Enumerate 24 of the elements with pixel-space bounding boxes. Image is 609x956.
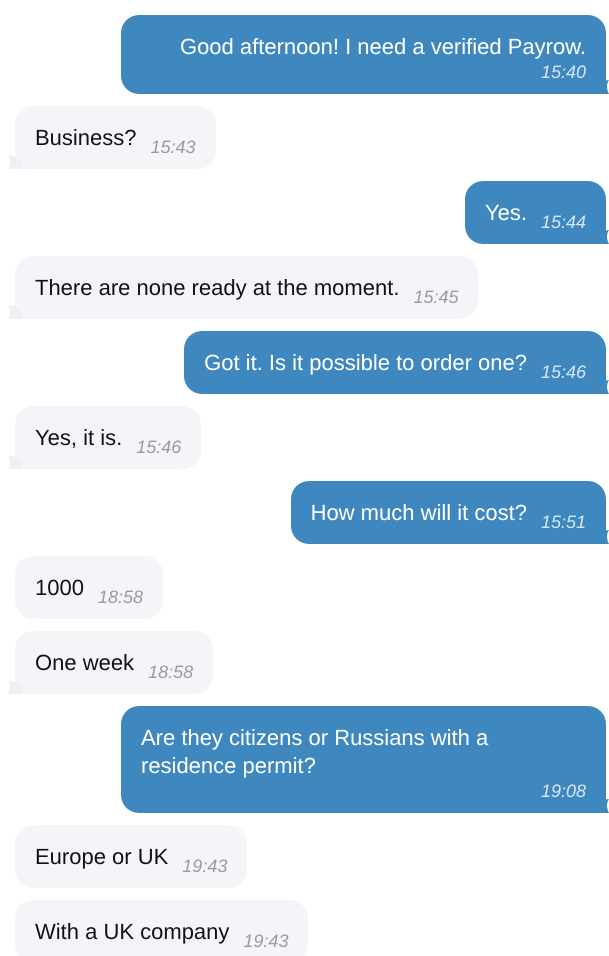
message-time: 18:58: [98, 586, 143, 608]
message-text: With a UK company: [35, 918, 230, 946]
message-text: Got it. Is it possible to order one?: [204, 349, 527, 377]
message-time: 15:44: [540, 211, 586, 233]
message-text: There are none ready at the moment.: [35, 274, 400, 302]
message-text: How much will it cost?: [310, 499, 527, 527]
message-time: 19:43: [182, 855, 228, 877]
message-time: 18:58: [148, 661, 194, 683]
message-text: One week: [35, 649, 134, 677]
message-text: Are they citizens or Russians with a residence permit?: [141, 724, 490, 780]
message-text: 1000: [35, 574, 84, 602]
message-time: 15:40: [540, 61, 586, 83]
message-time: 15:46: [540, 361, 586, 383]
message-text: Good afternoon! I need a verified Payrow.: [180, 33, 586, 61]
message-time: 19:43: [243, 930, 288, 952]
message-time: 15:45: [413, 286, 458, 308]
message-text: Yes.: [484, 199, 527, 227]
message-time: 15:46: [136, 436, 182, 458]
message-text: Business?: [35, 124, 137, 152]
message-text: Europe or UK: [35, 843, 168, 871]
message-time: 19:08: [540, 780, 586, 802]
message-text: Yes, it is.: [35, 424, 122, 452]
message-time: 15:51: [540, 511, 586, 533]
message-time: 15:43: [150, 136, 196, 158]
